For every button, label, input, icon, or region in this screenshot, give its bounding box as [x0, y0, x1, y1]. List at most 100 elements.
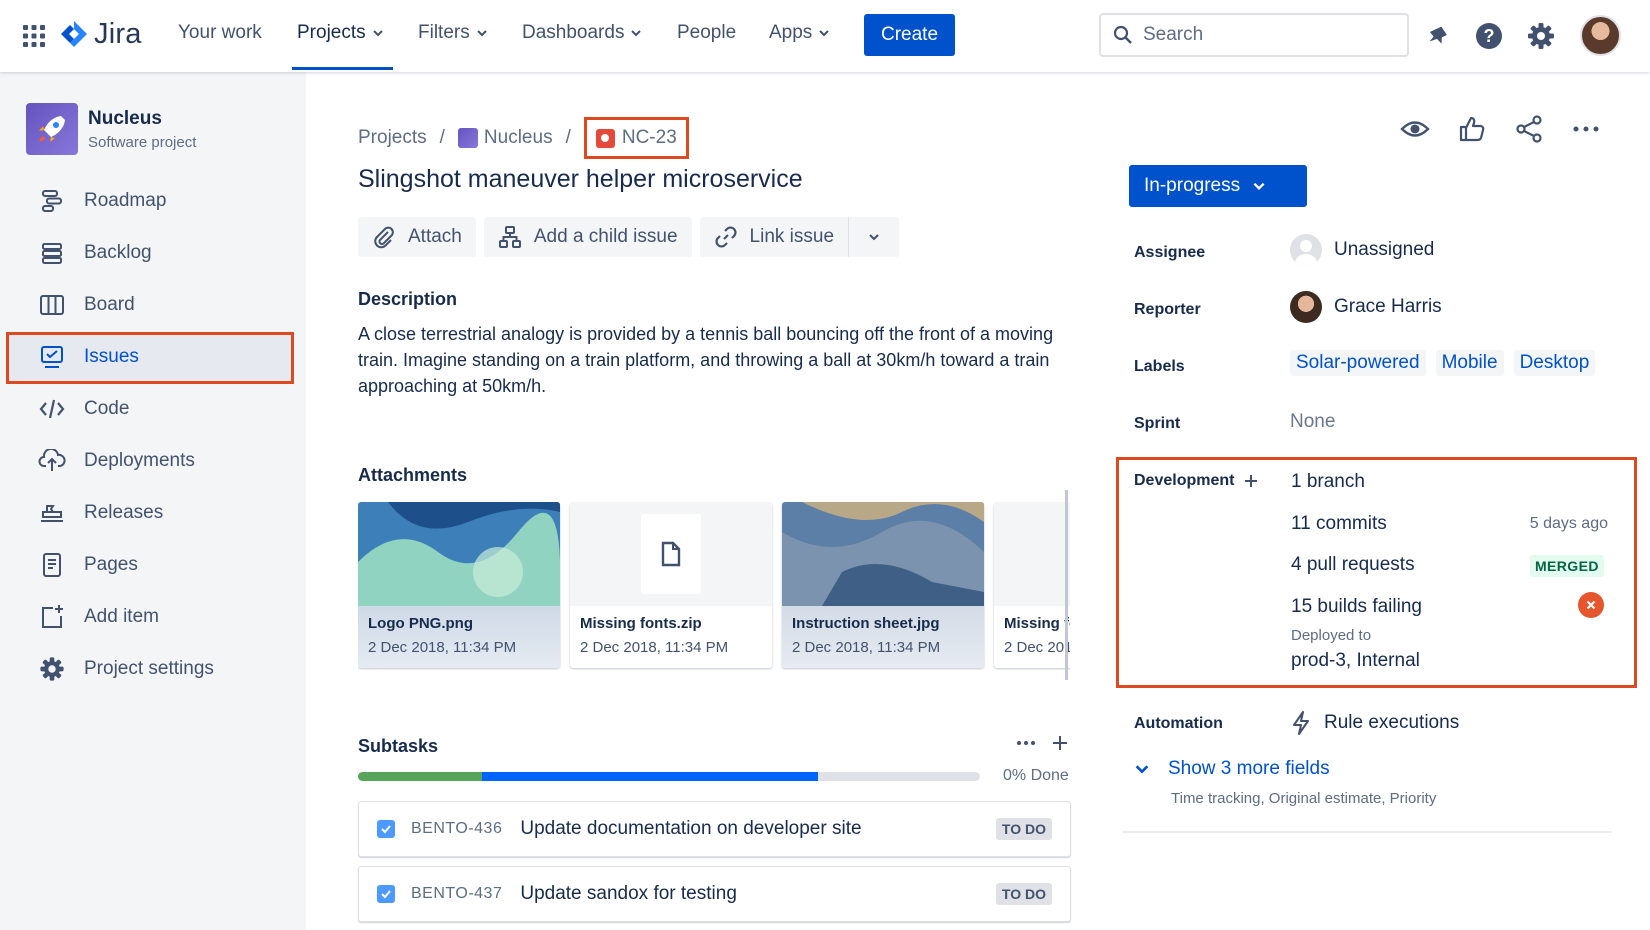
dev-pull-requests[interactable]: 4 pull requests	[1291, 554, 1415, 576]
label-tag[interactable]: Solar-powered	[1290, 350, 1426, 376]
attachment-date: 2 Dec 2018, 11:34 PM	[1004, 639, 1070, 656]
label-tag[interactable]: Desktop	[1513, 350, 1596, 376]
dev-builds[interactable]: 15 builds failing	[1291, 596, 1422, 618]
nav-apps[interactable]: Apps	[769, 22, 830, 44]
issue-key-label: NC-23	[621, 127, 677, 148]
attachment-thumbnail	[994, 502, 1070, 606]
attachment-card[interactable]: Instruction sheet.jpg 2 Dec 2018, 11:34 …	[782, 502, 984, 668]
sidebar-item-label: Pages	[84, 554, 138, 575]
apps-grid-icon[interactable]	[22, 24, 46, 48]
hierarchy-icon	[498, 226, 521, 248]
subtask-summary[interactable]: Update sandox for testing	[520, 883, 737, 905]
link-issue-button[interactable]: Link issue	[700, 217, 849, 257]
attachment-card[interactable]: Missing fonts.zip 2 Dec 2018, 11:34 PM	[570, 502, 772, 668]
dev-deployed-value[interactable]: prod-3, Internal	[1291, 650, 1420, 672]
breadcrumb-project[interactable]: Nucleus	[457, 127, 553, 149]
development-label: Development	[1134, 472, 1235, 489]
search-box[interactable]	[1099, 13, 1409, 57]
attachment-card[interactable]: Logo PNG.png 2 Dec 2018, 11:34 PM	[358, 502, 560, 668]
chevron-down-icon	[819, 30, 830, 37]
sidebar-item-project-settings[interactable]: Project settings	[38, 654, 214, 684]
avatar[interactable]	[1580, 15, 1621, 56]
search-input[interactable]	[1143, 24, 1383, 46]
subtask-row[interactable]: BENTO-436 Update documentation on develo…	[358, 801, 1071, 857]
attach-button[interactable]: Attach	[358, 217, 476, 257]
add-icon[interactable]	[1244, 474, 1258, 488]
more-icon[interactable]	[1016, 733, 1036, 753]
breadcrumb-projects[interactable]: Projects	[358, 127, 427, 149]
sidebar-item-board[interactable]: Board	[38, 290, 135, 320]
nav-projects[interactable]: Projects	[297, 22, 384, 44]
description-text[interactable]: A close terrestrial analogy is provided …	[358, 321, 1058, 399]
nav-filters[interactable]: Filters	[418, 22, 488, 44]
subtask-row[interactable]: BENTO-437 Update sandox for testing TO D…	[358, 866, 1071, 922]
sidebar-item-deployments[interactable]: Deployments	[38, 446, 195, 476]
nav-dashboards[interactable]: Dashboards	[522, 22, 642, 44]
sidebar-item-roadmap[interactable]: Roadmap	[38, 186, 166, 216]
sprint-value[interactable]: None	[1290, 411, 1335, 433]
settings-icon[interactable]	[1527, 22, 1555, 50]
add-child-issue-button[interactable]: Add a child issue	[483, 217, 692, 257]
dev-commits[interactable]: 11 commits	[1291, 513, 1387, 535]
sidebar-item-label: Code	[84, 398, 130, 419]
status-badge[interactable]: TO DO	[995, 818, 1052, 840]
attachments-strip: Logo PNG.png 2 Dec 2018, 11:34 PM Missin…	[358, 502, 1070, 670]
code-icon	[38, 395, 66, 423]
share-icon[interactable]	[1514, 114, 1544, 144]
rocket-icon	[26, 103, 78, 155]
more-fields-list: Time tracking, Original estimate, Priori…	[1171, 790, 1437, 807]
sidebar-item-releases[interactable]: Releases	[38, 498, 163, 528]
pages-icon	[38, 551, 66, 579]
sidebar-item-issues[interactable]: Issues	[38, 342, 139, 372]
automation-field[interactable]: Rule executions	[1290, 710, 1459, 736]
progress-done-segment	[358, 772, 483, 781]
jira-logo[interactable]: Jira	[60, 18, 142, 51]
sidebar-item-pages[interactable]: Pages	[38, 550, 138, 580]
progress-percent: 0% Done	[1003, 767, 1069, 784]
attachment-date: 2 Dec 2018, 11:34 PM	[368, 639, 517, 656]
attachment-meta: Missing fonts.zip 2 Dec 2018, 11:34 PM	[1004, 615, 1070, 656]
nav-people[interactable]: People	[677, 22, 736, 44]
nav-your-work[interactable]: Your work	[178, 22, 262, 44]
subtask-summary[interactable]: Update documentation on developer site	[520, 818, 861, 840]
subtask-progress-bar	[358, 772, 980, 781]
assignee-field[interactable]: Unassigned	[1290, 234, 1434, 266]
thumbs-up-icon[interactable]	[1457, 114, 1487, 144]
add-child-label: Add a child issue	[533, 226, 678, 247]
attachment-thumbnail	[782, 502, 984, 606]
status-dropdown[interactable]: In-progress	[1129, 165, 1307, 207]
status-badge[interactable]: TO DO	[995, 883, 1052, 905]
subtask-key[interactable]: BENTO-437	[411, 885, 502, 903]
chevron-down-icon	[869, 234, 879, 241]
dev-commits-time: 5 days ago	[1529, 515, 1608, 532]
link-issue-more-button[interactable]	[849, 217, 899, 257]
sidebar-item-label: Board	[84, 294, 135, 315]
attachments-scrollbar[interactable]	[1065, 490, 1068, 680]
reporter-field[interactable]: Grace Harris	[1290, 291, 1442, 323]
board-icon	[38, 291, 66, 319]
more-icon[interactable]	[1571, 114, 1601, 144]
label-tag[interactable]: Mobile	[1435, 350, 1504, 376]
sidebar-item-add-item[interactable]: Add item	[38, 602, 159, 632]
releases-icon	[38, 499, 66, 527]
watch-icon[interactable]	[1400, 114, 1430, 144]
subtask-key[interactable]: BENTO-436	[411, 820, 502, 838]
sidebar-item-backlog[interactable]: Backlog	[38, 238, 152, 268]
sidebar-item-label: Issues	[84, 346, 139, 367]
sidebar-item-code[interactable]: Code	[38, 394, 129, 424]
notifications-icon[interactable]	[1424, 22, 1452, 50]
help-icon[interactable]: ?	[1475, 22, 1503, 50]
create-button[interactable]: Create	[864, 14, 955, 56]
show-more-fields-button[interactable]: Show 3 more fields	[1134, 758, 1330, 780]
dev-branch[interactable]: 1 branch	[1291, 471, 1365, 493]
add-item-icon	[38, 603, 66, 631]
issue-title[interactable]: Slingshot maneuver helper microservice	[358, 165, 803, 194]
add-icon[interactable]	[1050, 733, 1070, 753]
sidebar-item-label: Add item	[84, 606, 159, 627]
link-icon	[715, 226, 737, 248]
nav-label: Dashboards	[522, 22, 625, 43]
issue-key[interactable]: NC-23	[583, 117, 689, 159]
attachment-thumbnail	[570, 502, 772, 606]
project-header[interactable]: Nucleus Software project	[26, 103, 196, 155]
attachment-card[interactable]: Missing fonts.zip 2 Dec 2018, 11:34 PM	[994, 502, 1070, 668]
